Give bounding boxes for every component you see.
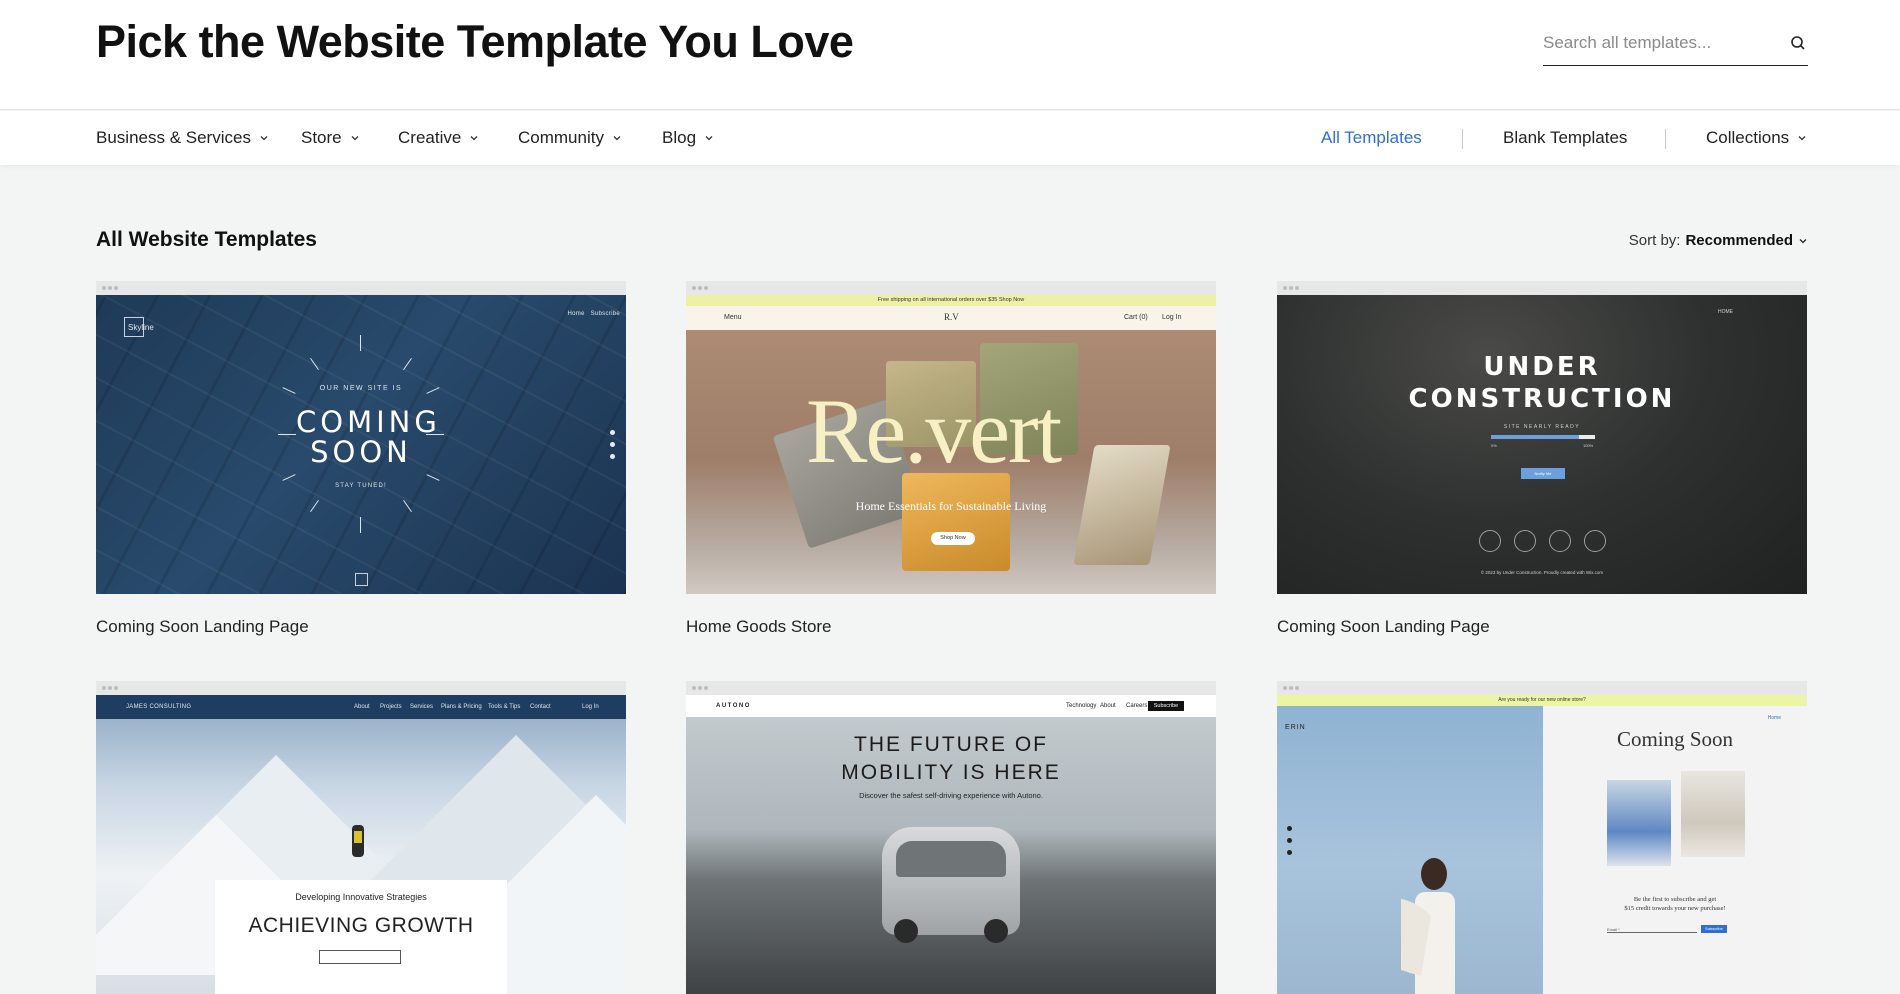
- template-thumbnail[interactable]: Skyline Home Subscribe OUR NEW SITE IS C…: [96, 281, 626, 594]
- template-thumbnail[interactable]: Free shipping on all international order…: [686, 281, 1216, 594]
- preview-announcement: Free shipping on all international order…: [686, 295, 1216, 306]
- preview-brand: Re.vert: [806, 380, 1062, 482]
- template-thumbnail[interactable]: HOME UNDER CONSTRUCTION SITE NEARLY READ…: [1277, 281, 1807, 594]
- vehicle-image: [882, 827, 1020, 943]
- browser-bar: [96, 281, 626, 295]
- page-title: Pick the Website Template You Love: [96, 16, 854, 67]
- twitter-icon: [1584, 530, 1606, 552]
- template-thumbnail[interactable]: JAMES CONSULTING About Projects Services…: [96, 681, 626, 994]
- template-name[interactable]: Coming Soon Landing Page: [96, 617, 626, 637]
- nav-blank-templates[interactable]: Blank Templates: [1503, 128, 1627, 148]
- nav-all-templates[interactable]: All Templates: [1321, 128, 1422, 148]
- preview-nav: HOME: [1718, 309, 1733, 315]
- template-thumbnail[interactable]: Are you ready for our new online store? …: [1277, 681, 1807, 994]
- template-card[interactable]: AUTONO Technology About Careers Subscrib…: [686, 681, 1216, 994]
- nav-label: All Templates: [1321, 128, 1422, 147]
- nav-divider: [1462, 129, 1463, 149]
- template-preview: AUTONO Technology About Careers Subscrib…: [686, 695, 1216, 994]
- browser-bar: [1277, 281, 1807, 295]
- preview-announcement: Are you ready for our new online store?: [1277, 695, 1807, 706]
- template-card[interactable]: HOME UNDER CONSTRUCTION SITE NEARLY READ…: [1277, 281, 1807, 637]
- instagram-icon: [1549, 530, 1571, 552]
- preview-nav: Menu R.V Cart (0) Log In: [686, 306, 1216, 330]
- template-preview: Skyline Home Subscribe OUR NEW SITE IS C…: [96, 295, 626, 594]
- preview-headline: UNDER CONSTRUCTION: [1408, 352, 1676, 414]
- search-icon[interactable]: [1788, 33, 1808, 53]
- template-preview: JAMES CONSULTING About Projects Services…: [96, 695, 626, 994]
- progress-bar: [1491, 435, 1595, 439]
- chevron-down-icon: [1799, 238, 1807, 243]
- preview-headline: THE FUTURE OF MOBILITY IS HERE: [841, 733, 1061, 784]
- nav-blog[interactable]: Blog: [662, 128, 714, 148]
- preview-subtitle: Home Essentials for Sustainable Living: [855, 499, 1047, 513]
- category-nav: Business & Services Store Creative Commu…: [0, 111, 1900, 165]
- preview-blurb: Be the first to subscribe and get $15 cr…: [1624, 896, 1726, 912]
- browser-bar: [96, 681, 626, 695]
- template-preview: Are you ready for our new online store? …: [1277, 695, 1807, 994]
- sort-label: Sort by:: [1628, 232, 1681, 249]
- social-icons: [610, 430, 616, 466]
- nav-business-services[interactable]: Business & Services: [96, 128, 269, 148]
- site-header: Pick the Website Template You Love: [0, 0, 1900, 110]
- preview-nav: JAMES CONSULTING About Projects Services…: [96, 695, 626, 719]
- nav-community[interactable]: Community: [518, 128, 622, 148]
- social-icons: [1287, 826, 1292, 862]
- browser-bar: [1277, 681, 1807, 695]
- nav-divider: [1665, 129, 1666, 149]
- browser-bar: [686, 681, 1216, 695]
- template-name[interactable]: Coming Soon Landing Page: [1277, 617, 1807, 637]
- preview-footer: © 2023 by Under Construction. Proudly cr…: [1480, 570, 1604, 575]
- sort-value: Recommended: [1685, 232, 1793, 249]
- nav-label: Blank Templates: [1503, 128, 1628, 147]
- template-card[interactable]: Are you ready for our new online store? …: [1277, 681, 1807, 994]
- template-card[interactable]: JAMES CONSULTING About Projects Services…: [96, 681, 626, 994]
- facebook-icon: [1479, 530, 1501, 552]
- chevron-down-icon: [470, 136, 478, 141]
- preview-headline: Coming Soon: [1616, 727, 1734, 751]
- template-card[interactable]: Skyline Home Subscribe OUR NEW SITE IS C…: [96, 281, 626, 637]
- search-box[interactable]: [1543, 22, 1808, 66]
- nav-label: Store: [301, 128, 342, 147]
- model-figure: [1401, 858, 1455, 994]
- preview-logo: Skyline: [124, 317, 154, 337]
- template-preview: Free shipping on all international order…: [686, 295, 1216, 594]
- preview-nav: AUTONO Technology About Careers Subscrib…: [686, 695, 1216, 717]
- hiker-figure: [352, 825, 364, 857]
- chevron-down-icon: [1798, 136, 1806, 141]
- nav-label: Blog: [662, 128, 697, 147]
- linkedin-icon: [1514, 530, 1536, 552]
- template-preview: HOME UNDER CONSTRUCTION SITE NEARLY READ…: [1277, 295, 1807, 594]
- chevron-down-icon: [260, 136, 268, 141]
- chevron-down-icon: [705, 136, 713, 141]
- nav-label: Creative: [398, 128, 462, 147]
- chevron-down-icon: [613, 136, 621, 141]
- preview-button: Shop Now: [931, 532, 975, 545]
- preview-nav: Home Subscribe: [567, 311, 620, 317]
- search-input[interactable]: [1543, 30, 1773, 56]
- preview-subtitle: SITE NEARLY READY: [1503, 424, 1581, 430]
- preview-button: Notify Me: [1521, 468, 1565, 479]
- preview-hero-image: ERIN: [1277, 706, 1543, 994]
- nav-store[interactable]: Store: [301, 128, 360, 148]
- template-thumbnail[interactable]: AUTONO Technology About Careers Subscrib…: [686, 681, 1216, 994]
- preview-content-card: Developing Innovative Strategies ACHIEVI…: [215, 880, 507, 994]
- browser-bar: [686, 281, 1216, 295]
- nav-label: Business & Services: [96, 128, 251, 147]
- nav-label: Community: [518, 128, 604, 147]
- nav-creative[interactable]: Creative: [398, 128, 479, 148]
- preview-headline: COMING SOON: [296, 405, 441, 469]
- sort-dropdown[interactable]: Sort by: Recommended: [1629, 232, 1808, 249]
- preview-subtitle: Discover the safest self-driving experie…: [859, 791, 1043, 800]
- preview-pretext: OUR NEW SITE IS: [319, 385, 403, 392]
- template-name[interactable]: Home Goods Store: [686, 617, 1216, 637]
- preview-tagline: STAY TUNED!: [335, 483, 387, 489]
- section-title: All Website Templates: [96, 228, 317, 251]
- nav-label: Collections: [1706, 128, 1790, 147]
- chevron-down-icon: [351, 136, 359, 141]
- product-image: [1681, 771, 1745, 857]
- product-image: [1607, 780, 1671, 866]
- nav-collections[interactable]: Collections: [1706, 128, 1807, 148]
- template-card[interactable]: Free shipping on all international order…: [686, 281, 1216, 637]
- arrow-down-icon: [355, 573, 368, 586]
